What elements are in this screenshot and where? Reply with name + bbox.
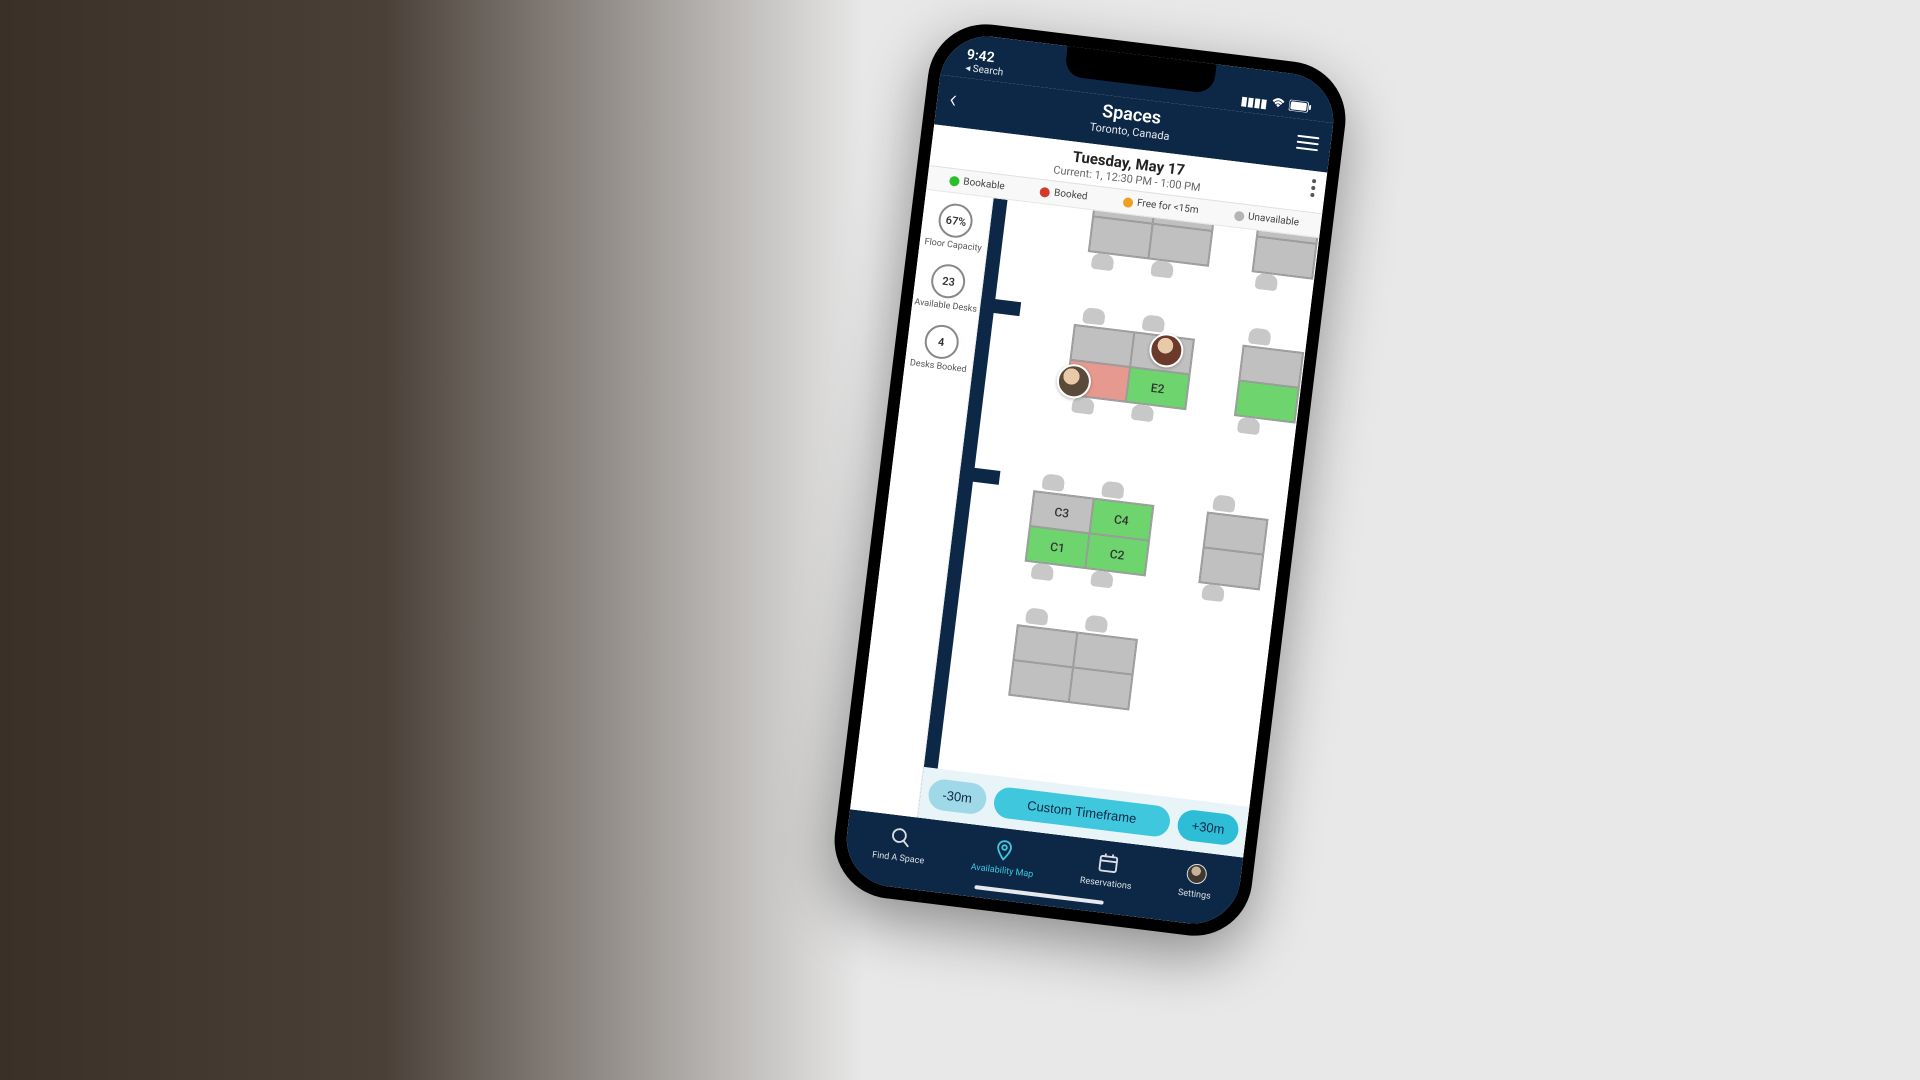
plus-30m-button[interactable]: +30m: [1176, 808, 1240, 846]
desk-c1[interactable]: C1: [1026, 526, 1090, 568]
booked-dot-icon: [1040, 186, 1051, 197]
wifi-icon: [1270, 96, 1286, 113]
status-back-hint: Search: [972, 64, 1004, 79]
search-icon: [887, 824, 914, 851]
bookable-dot-icon: [949, 175, 960, 186]
legend-free-short: Free for <15m: [1122, 196, 1199, 216]
minus-30m-button[interactable]: -30m: [927, 778, 988, 816]
desk-cluster-e: E3 E2: [1065, 324, 1195, 410]
nav-reservations[interactable]: Reservations: [1079, 848, 1135, 892]
calendar-icon: [1095, 850, 1122, 877]
legend-bookable: Bookable: [949, 175, 1005, 193]
legend-booked: Booked: [1040, 186, 1089, 203]
hamburger-menu-icon[interactable]: [1296, 135, 1320, 152]
nav-settings[interactable]: Settings: [1177, 860, 1214, 902]
desk-e2[interactable]: E2: [1126, 367, 1190, 409]
back-button[interactable]: ‹: [948, 86, 959, 113]
map-pin-icon: [991, 837, 1018, 864]
desk-cluster-c: C3 C4 C1 C2: [1025, 490, 1155, 576]
desk-c2[interactable]: C2: [1085, 533, 1149, 575]
free-short-dot-icon: [1122, 196, 1133, 207]
legend-unavailable: Unavailable: [1233, 210, 1299, 229]
battery-icon: [1288, 99, 1312, 116]
signal-icon: ▮▮▮▮: [1240, 93, 1268, 110]
stat-available-desks[interactable]: 23 Available Desks: [914, 261, 982, 315]
nav-availability-map[interactable]: Availability Map: [970, 835, 1037, 880]
unavailable-dot-icon: [1234, 210, 1245, 221]
profile-avatar-icon: [1183, 861, 1210, 888]
stat-desks-booked[interactable]: 4 Desks Booked: [909, 321, 971, 375]
nav-find-space[interactable]: Find A Space: [872, 822, 929, 866]
stat-floor-capacity[interactable]: 67% Floor Capacity: [924, 200, 987, 254]
